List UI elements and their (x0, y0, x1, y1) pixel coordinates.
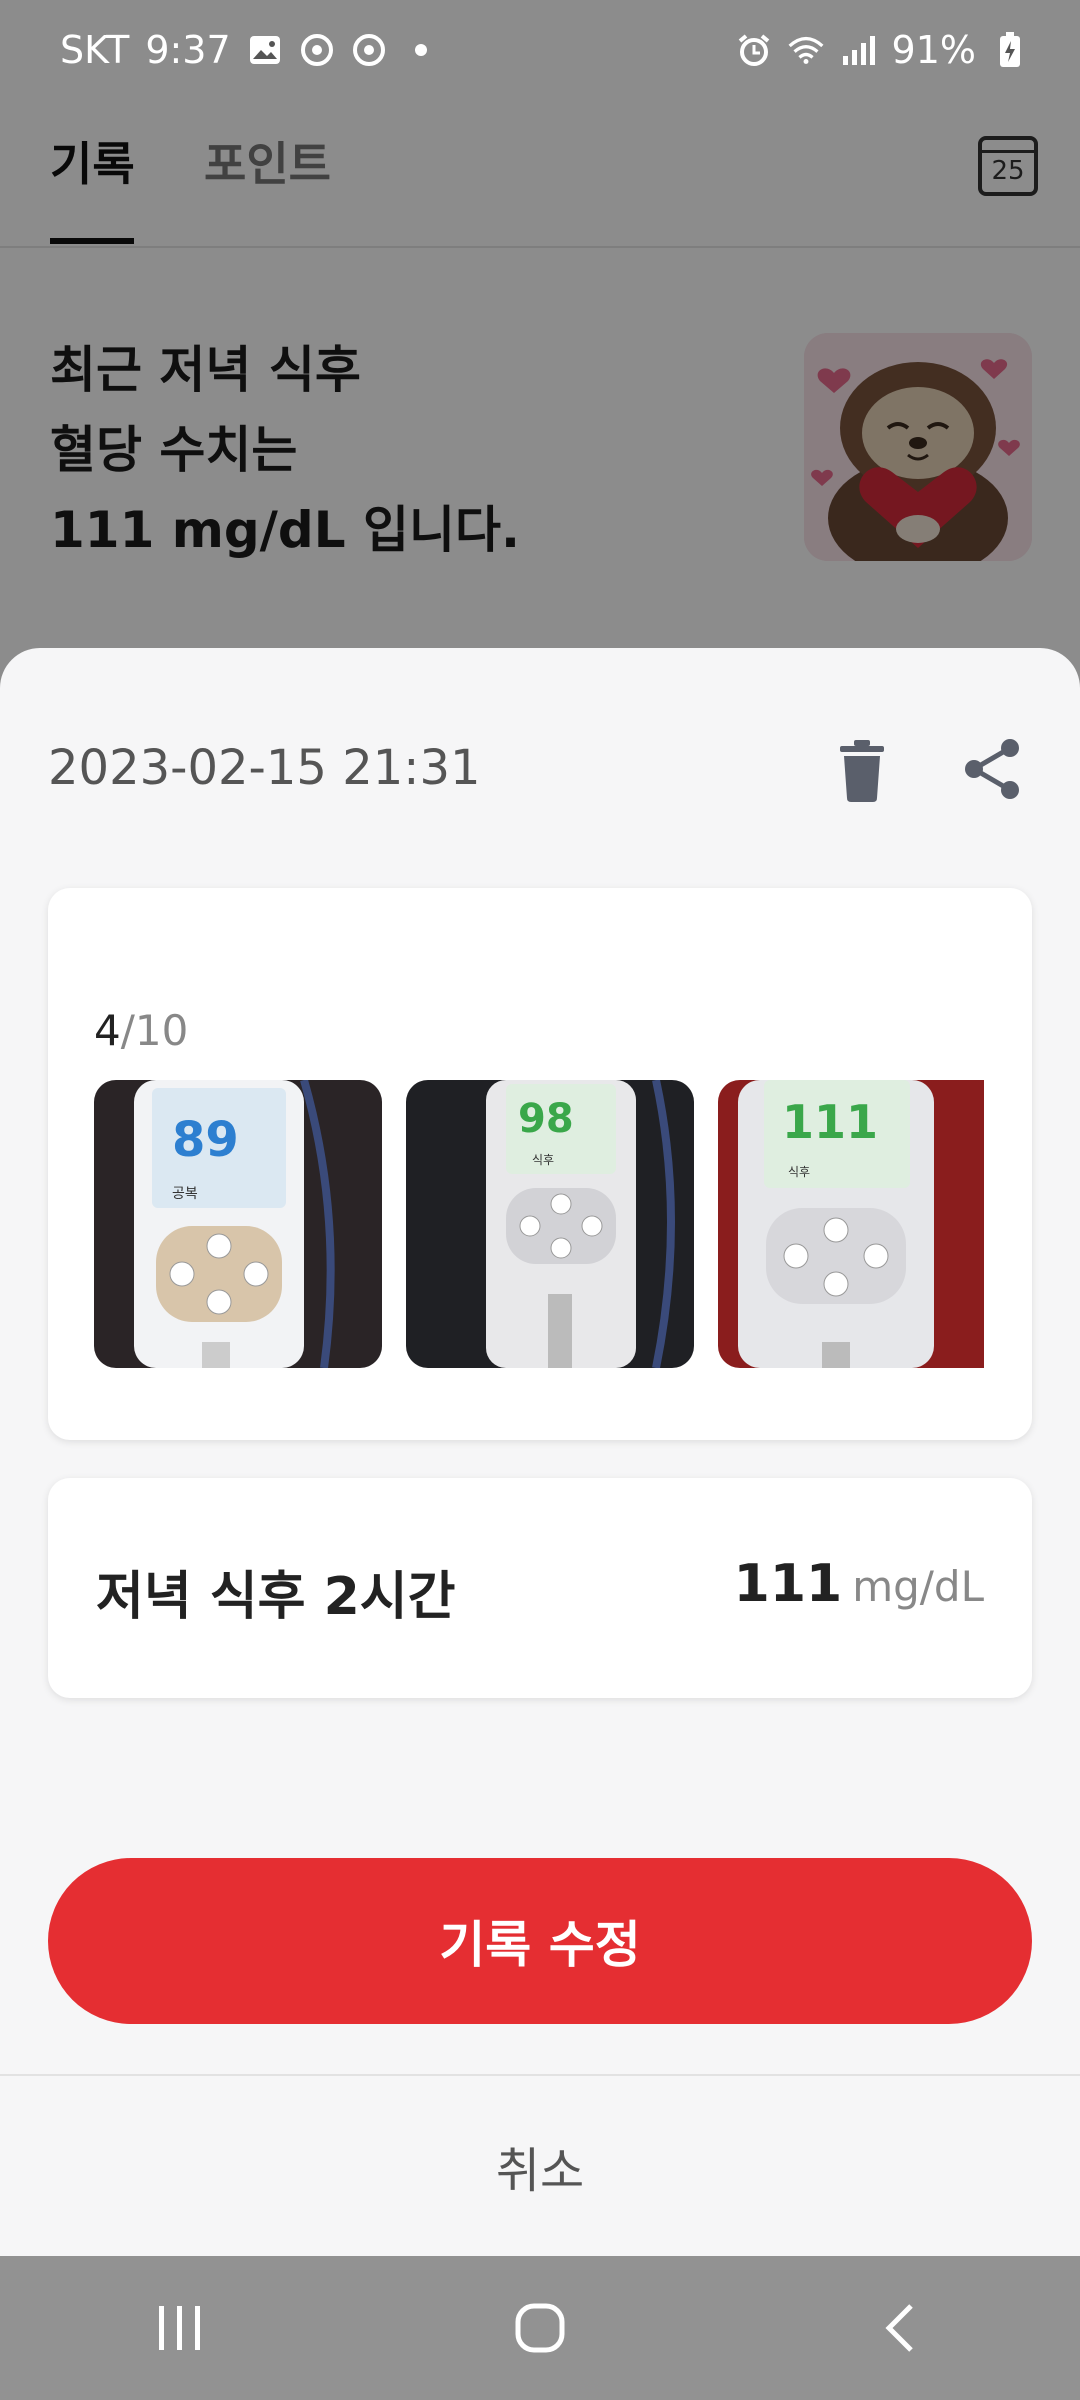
photo-thumbnail[interactable]: 111 식후 (718, 1080, 984, 1368)
meter-reading: 98 (518, 1096, 574, 1142)
battery-charging-icon (992, 32, 1028, 68)
wifi-icon (788, 32, 824, 68)
photo-card: 4/10 89 공복 98 식후 111 식후 (48, 888, 1032, 1440)
signal-icon (840, 32, 876, 68)
reading-number: 111 (733, 1554, 843, 1614)
alarm-icon (736, 32, 772, 68)
share-icon[interactable] (962, 736, 1024, 802)
edit-record-button[interactable]: 기록 수정 (48, 1858, 1032, 2024)
record-datetime: 2023-02-15 21:31 (48, 740, 481, 796)
reading-unit: mg/dL (852, 1562, 984, 1611)
recent-apps-icon[interactable] (120, 2278, 240, 2378)
photo-counter-total: /10 (120, 1006, 189, 1055)
photo-carousel[interactable]: 89 공복 98 식후 111 식후 (94, 1080, 984, 1368)
meter-reading: 111 (782, 1095, 878, 1149)
back-icon[interactable] (840, 2278, 960, 2378)
carrier-label: SKT (60, 28, 130, 72)
trash-icon[interactable] (834, 738, 890, 802)
clock: 9:37 (145, 28, 231, 72)
photo-counter-current: 4 (94, 1006, 121, 1055)
reading-value: 111 mg/dL (734, 1554, 984, 1614)
meter-reading: 89 (172, 1112, 239, 1168)
reading-card: 저녁 식후 2시간 111 mg/dL (48, 1478, 1032, 1698)
home-icon[interactable] (480, 2278, 600, 2378)
meter-caption: 식후 (532, 1153, 554, 1167)
photo-counter: 4/10 (94, 1006, 188, 1055)
battery-percent: 91% (891, 28, 976, 72)
dot-icon (403, 32, 439, 68)
reading-label: 저녁 식후 2시간 (96, 1567, 456, 1627)
app-notification-icon (299, 32, 335, 68)
photo-thumbnail[interactable]: 89 공복 (94, 1080, 382, 1368)
record-detail-sheet: 2023-02-15 21:31 4/10 89 공복 98 식후 111 식후… (0, 648, 1080, 2256)
cancel-button[interactable]: 취소 (0, 2076, 1080, 2256)
app-notification-icon (351, 32, 387, 68)
meter-caption: 공복 (172, 1186, 198, 1202)
photo-thumbnail[interactable]: 98 식후 (406, 1080, 694, 1368)
screen: 기록 포인트 25 최근 저녁 식후 혈당 수치는 111 mg/dL 입니다. (0, 0, 1080, 2400)
gallery-icon (247, 32, 283, 68)
navigation-bar (0, 2256, 1080, 2400)
status-bar: SKT 9:37 91% (0, 0, 1080, 100)
meter-caption: 식후 (788, 1165, 810, 1179)
